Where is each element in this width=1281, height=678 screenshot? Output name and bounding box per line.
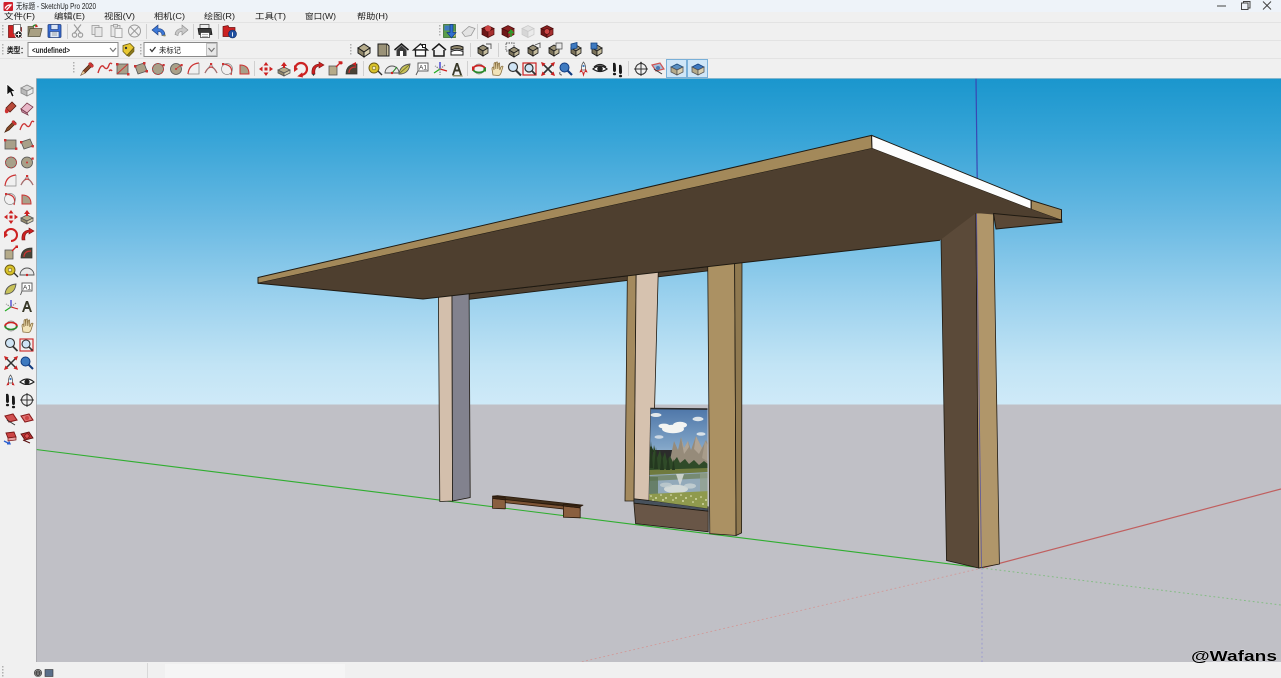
svg-text:编辑(E): 编辑(E): [54, 11, 85, 21]
svg-text:帮助(H): 帮助(H): [357, 11, 388, 21]
svg-text:<undefined>: <undefined>: [32, 46, 70, 55]
svg-text:相机(C): 相机(C): [154, 11, 185, 21]
svg-text:A1: A1: [23, 285, 31, 292]
svg-text:A1: A1: [419, 65, 427, 72]
svg-text:窗口(W): 窗口(W): [305, 11, 336, 21]
svg-text:视图(V): 视图(V): [104, 11, 135, 21]
svg-text:未标记: 未标记: [159, 45, 181, 55]
svg-text:文件(F): 文件(F): [4, 11, 35, 21]
svg-text:类型：: 类型：: [7, 45, 27, 55]
svg-text:i: i: [232, 32, 234, 39]
svg-text:绘图(R): 绘图(R): [204, 11, 235, 21]
svg-text:@Wafans: @Wafans: [1191, 648, 1277, 665]
svg-text:ⓘ: ⓘ: [35, 670, 42, 678]
svg-text:无标题 - SketchUp Pro 2020: 无标题 - SketchUp Pro 2020: [16, 1, 97, 11]
svg-text:工具(T): 工具(T): [255, 12, 286, 21]
